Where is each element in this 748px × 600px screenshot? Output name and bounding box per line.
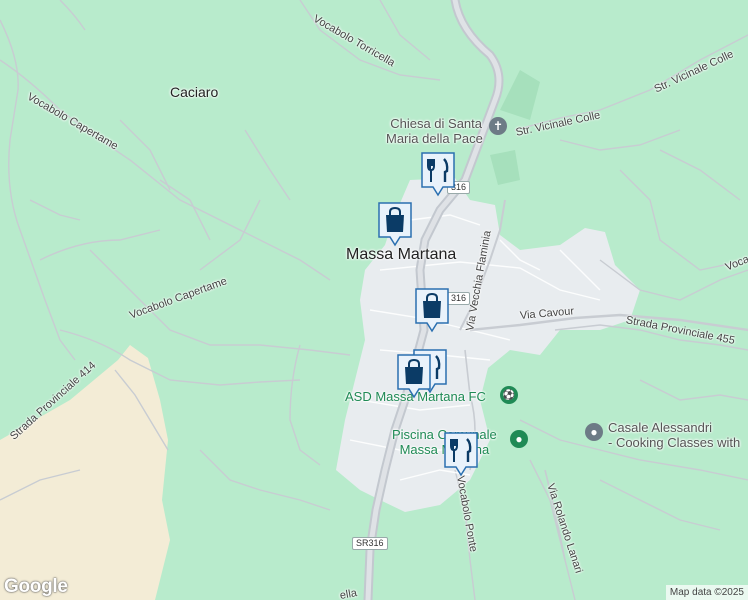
shopping-bag-icon: [378, 202, 412, 247]
fork-knife-icon: [444, 432, 478, 477]
poi-casale-label[interactable]: Casale Alessandri - Cooking Classes with: [608, 420, 740, 450]
map-view[interactable]: Massa Martana Caciaro Vocabolo Torricell…: [0, 0, 748, 600]
pool-icon[interactable]: ●: [510, 430, 528, 448]
road-badge-sr316-bottom: SR316: [352, 537, 388, 550]
shopping-bag-icon: [397, 354, 431, 399]
shopping-bag-icon: [415, 288, 449, 333]
marker-restaurant-bottom[interactable]: [443, 431, 479, 477]
marker-shopping-1[interactable]: [377, 201, 413, 247]
sports-icon[interactable]: ⚽: [500, 386, 518, 404]
hamlet-label: Caciaro: [170, 84, 219, 100]
road-label-bottom-cut: ella: [338, 587, 358, 600]
poi-casale-line2: - Cooking Classes with: [608, 435, 741, 450]
poi-church-line2: Maria della Pace: [386, 131, 483, 146]
town-label: Massa Martana: [346, 246, 457, 263]
marker-restaurant-top[interactable]: [420, 151, 456, 197]
marker-shopping-3[interactable]: [396, 353, 432, 399]
fork-knife-icon: [421, 152, 455, 197]
church-cross-icon[interactable]: ✝: [489, 117, 507, 135]
map-attribution[interactable]: Map data ©2025: [665, 585, 748, 600]
poi-church-line1: Chiesa di Santa: [390, 116, 482, 131]
google-logo: Google: [4, 576, 68, 597]
map-base: [0, 0, 748, 600]
poi-church-label[interactable]: Chiesa di Santa Maria della Pace: [386, 116, 483, 146]
road-badge-sr316-mid: 316: [447, 292, 471, 305]
poi-casale-line1: Casale Alessandri: [608, 420, 713, 435]
marker-shopping-2[interactable]: [414, 287, 450, 333]
casale-poi-icon[interactable]: ●: [585, 423, 603, 441]
